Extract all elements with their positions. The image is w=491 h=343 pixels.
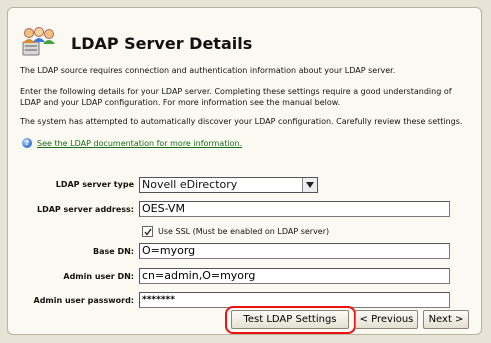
page-title: LDAP Server Details <box>71 34 253 53</box>
server-type-select[interactable]: Novell eDirectory <box>139 177 318 193</box>
help-icon: ? <box>22 138 32 148</box>
chevron-down-icon[interactable] <box>302 178 317 192</box>
next-button[interactable]: Next > <box>423 310 469 329</box>
intro-paragraph-3: The system has attempted to automaticall… <box>20 117 463 126</box>
help-row: ? See the LDAP documentation for more in… <box>22 138 242 148</box>
server-type-label: LDAP server type <box>55 180 134 189</box>
ldap-documentation-link[interactable]: See the LDAP documentation for more info… <box>37 139 242 148</box>
ssl-checkbox[interactable] <box>142 226 153 237</box>
intro-paragraph-2b: LDAP and your LDAP configuration. For mo… <box>20 98 341 107</box>
admin-password-label: Admin user password: <box>33 296 135 305</box>
previous-button[interactable]: < Previous <box>355 310 418 329</box>
intro-paragraph-2a: Enter the following details for your LDA… <box>20 87 452 96</box>
test-ldap-settings-button[interactable]: Test LDAP Settings <box>231 310 349 329</box>
ldap-details-panel: LDAP Server Details The LDAP source requ… <box>7 7 482 335</box>
intro-paragraph-1: The LDAP source requires connection and … <box>20 66 396 75</box>
ssl-label: Use SSL (Must be enabled on LDAP server) <box>158 227 330 236</box>
base-dn-input[interactable]: O=myorg <box>139 243 450 259</box>
server-type-value: Novell eDirectory <box>142 178 238 191</box>
base-dn-label: Base DN: <box>92 247 134 256</box>
admin-dn-input[interactable]: cn=admin,O=myorg <box>139 268 450 284</box>
server-address-label: LDAP server address: <box>36 205 134 214</box>
server-address-input[interactable]: OES-VM <box>139 201 450 217</box>
users-server-icon <box>21 25 61 61</box>
ssl-option: Use SSL (Must be enabled on LDAP server) <box>142 226 329 237</box>
admin-dn-label: Admin user DN: <box>63 272 134 281</box>
